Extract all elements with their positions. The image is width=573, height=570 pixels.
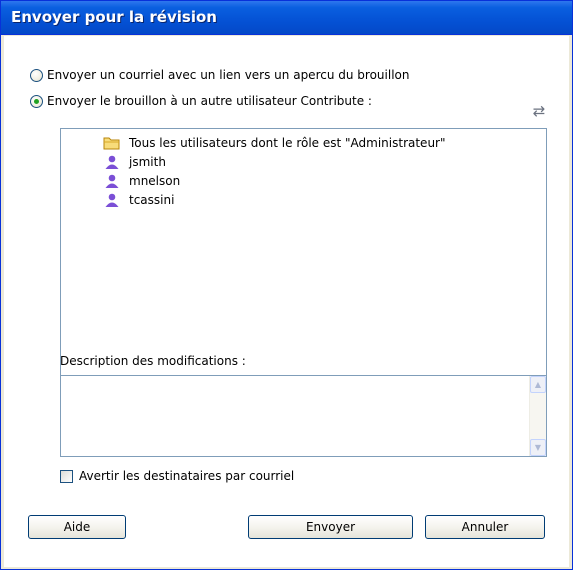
- description-textarea[interactable]: ▲ ▼: [60, 375, 547, 457]
- notify-checkbox[interactable]: [60, 469, 73, 483]
- email-preview-label: Envoyer un courriel avec un lien vers un…: [47, 68, 410, 82]
- list-item[interactable]: tcassini: [103, 190, 174, 209]
- list-item[interactable]: jsmith: [103, 152, 166, 171]
- notify-label: Avertir les destinataires par courriel: [79, 469, 295, 483]
- description-label: Description des modifications :: [60, 354, 246, 368]
- list-item-label: jsmith: [129, 154, 166, 169]
- help-button[interactable]: Aide: [28, 515, 126, 539]
- notify-option[interactable]: Avertir les destinataires par courriel: [60, 467, 294, 485]
- list-item-label: mnelson: [129, 173, 181, 188]
- scroll-up-icon[interactable]: ▲: [530, 376, 546, 393]
- recipients-list[interactable]: Tous les utilisateurs dont le rôle est "…: [60, 128, 547, 379]
- scroll-down-icon[interactable]: ▼: [530, 439, 546, 456]
- user-icon: [103, 173, 121, 189]
- dialog-body: Envoyer un courriel avec un lien vers un…: [4, 36, 569, 567]
- list-item-label: tcassini: [129, 192, 175, 207]
- user-icon: [103, 192, 121, 208]
- send-to-user-radio[interactable]: [30, 94, 43, 108]
- email-preview-radio[interactable]: [30, 68, 43, 82]
- email-preview-option[interactable]: Envoyer un courriel avec un lien vers un…: [30, 66, 409, 84]
- cancel-button[interactable]: Annuler: [425, 515, 545, 539]
- list-item[interactable]: mnelson: [103, 171, 180, 190]
- list-item[interactable]: Tous les utilisateurs dont le rôle est "…: [103, 133, 446, 152]
- list-item-label: Tous les utilisateurs dont le rôle est "…: [129, 135, 446, 150]
- send-to-user-label: Envoyer le brouillon à un autre utilisat…: [47, 94, 372, 108]
- send-for-review-dialog: Envoyer pour la révision Envoyer un cour…: [0, 0, 573, 570]
- swap-arrows-icon[interactable]: ⇄: [530, 103, 548, 119]
- send-button[interactable]: Envoyer: [248, 515, 413, 539]
- window-title: Envoyer pour la révision: [11, 8, 217, 26]
- send-to-user-option[interactable]: Envoyer le brouillon à un autre utilisat…: [30, 92, 372, 110]
- description-label-text: Description des modifications :: [60, 354, 246, 368]
- user-icon: [103, 154, 121, 170]
- description-scrollbar[interactable]: ▲ ▼: [529, 376, 546, 456]
- title-bar[interactable]: Envoyer pour la révision: [1, 1, 572, 35]
- folder-icon: [103, 135, 121, 151]
